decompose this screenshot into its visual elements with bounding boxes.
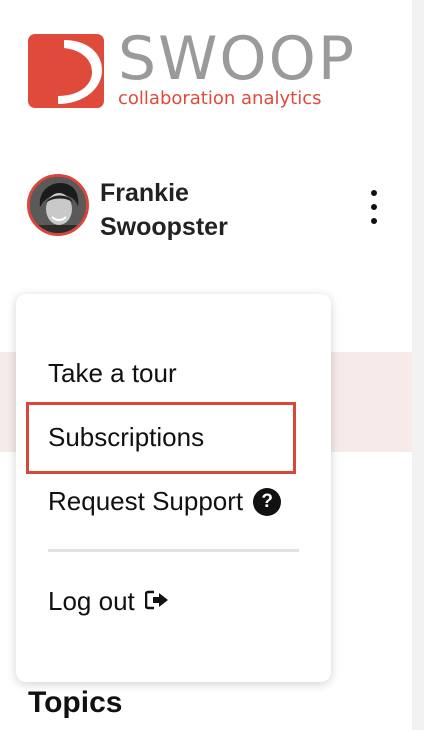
menu-item-label: Take a tour [48, 358, 177, 388]
user-first-name: Frankie [100, 179, 189, 207]
menu-item-label: Subscriptions [48, 422, 205, 452]
menu-divider [48, 549, 299, 552]
more-options-icon[interactable] [364, 190, 384, 224]
menu-item-subscriptions[interactable]: Subscriptions [48, 422, 204, 453]
user-last-name: Swoopster [100, 213, 228, 241]
menu-item-request-support[interactable]: Request Support ? [48, 486, 282, 517]
section-title-topics: Topics [28, 686, 123, 719]
logo-tagline: collaboration analytics [118, 88, 322, 109]
menu-item-label: Log out [48, 586, 135, 616]
question-circle-icon: ? [253, 487, 282, 516]
menu-item-label: Request Support [48, 486, 244, 516]
user-name: Frankie Swoopster [100, 176, 228, 244]
swoop-logo[interactable]: SWOOP collaboration analytics [28, 24, 388, 112]
sign-out-icon [144, 586, 169, 617]
swoop-logo-mark [28, 34, 104, 108]
scrollbar-track [412, 0, 424, 730]
user-dropdown-menu: Take a tour Subscriptions Request Suppor… [16, 294, 331, 682]
menu-item-take-a-tour[interactable]: Take a tour [48, 358, 177, 389]
logo-wordmark: SWOOP [118, 24, 357, 94]
user-avatar[interactable] [27, 174, 89, 236]
menu-item-log-out[interactable]: Log out [48, 586, 169, 617]
